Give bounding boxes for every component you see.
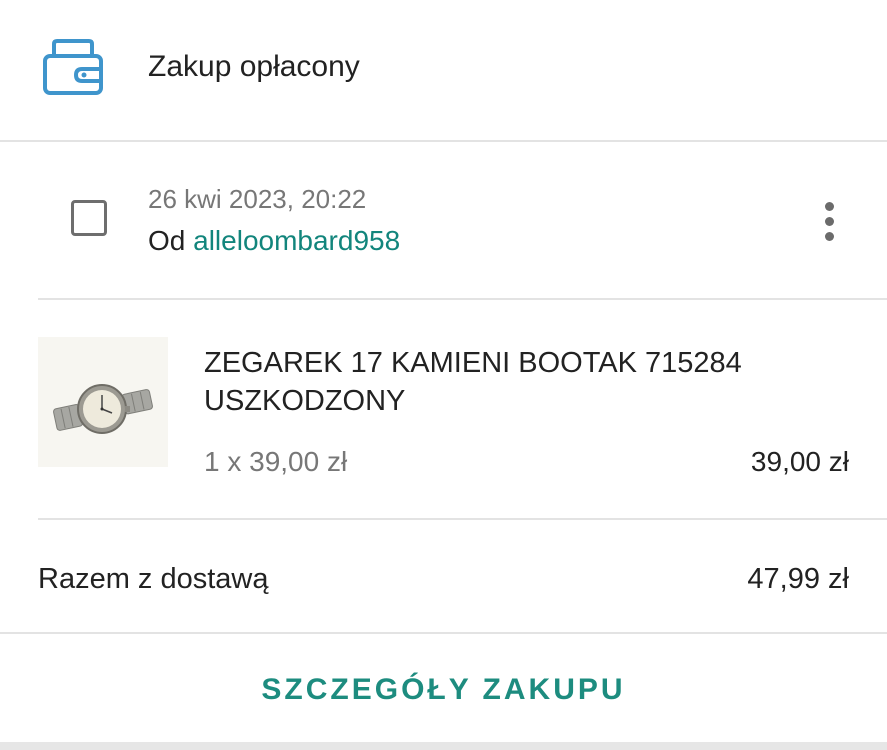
header: Zakup opłacony — [0, 0, 887, 140]
divider — [38, 518, 887, 520]
divider — [38, 298, 887, 300]
more-vert-icon[interactable] — [818, 200, 842, 242]
seller-link[interactable]: alleloombard958 — [193, 225, 400, 256]
item-price: 39,00 zł — [750, 446, 849, 477]
watch-image — [38, 337, 168, 467]
wallet-icon — [43, 39, 103, 95]
total-label: Razem z dostawą — [38, 563, 269, 595]
purchase-details-button[interactable]: SZCZEGÓŁY ZAKUPU — [0, 634, 887, 742]
seller-line: Od alleloombard958 — [148, 225, 400, 257]
bottom-separator — [0, 742, 887, 750]
from-label: Od — [148, 225, 186, 256]
total-value: 47,99 zł — [747, 563, 849, 595]
product-name[interactable]: ZEGAREK 17 KAMIENI BOOTAK 715284 USZKODZ… — [204, 344, 824, 420]
order-checkbox[interactable] — [71, 200, 107, 236]
page-title: Zakup opłacony — [148, 50, 360, 83]
divider — [0, 140, 887, 142]
product-image[interactable] — [38, 337, 168, 467]
order-date: 26 kwi 2023, 20:22 — [148, 184, 367, 214]
quantity-price: 1 x 39,00 zł — [204, 446, 348, 477]
